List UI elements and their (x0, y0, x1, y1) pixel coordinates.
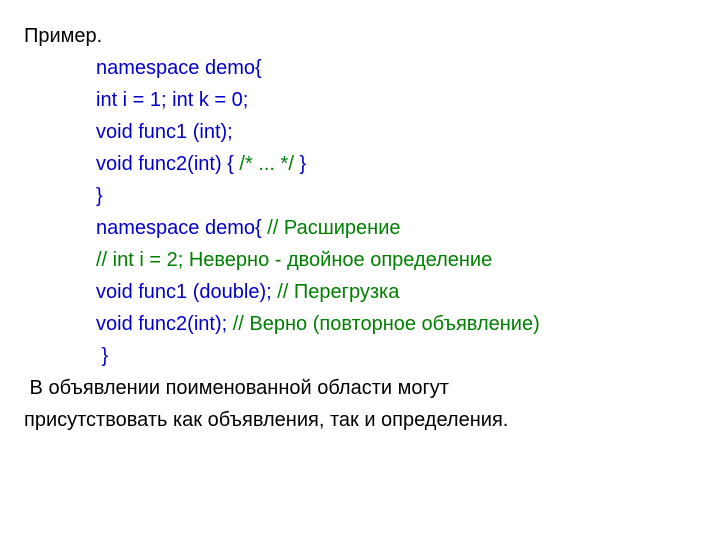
code-namespace-close: } (96, 185, 103, 207)
code-line: namespace demo{ (24, 52, 696, 84)
code-var-decl: int i = 1; int k = 0; (96, 89, 248, 111)
code-comment-overload: // Перегрузка (277, 281, 399, 303)
code-func1-decl: void func1 (int); (96, 121, 233, 143)
code-line: void func1 (double); // Перегрузка (24, 276, 696, 308)
code-line: // int i = 2; Неверно - двойное определе… (24, 244, 696, 276)
code-namespace-open: namespace demo{ (96, 57, 262, 79)
paragraph-line-2: присутствовать как объявления, так и опр… (24, 404, 696, 436)
code-line: void func2(int) { /* ... */ } (24, 148, 696, 180)
code-line: namespace demo{ // Расширение (24, 212, 696, 244)
code-func2-redecl: void func2(int); (96, 313, 233, 335)
document-page: Пример. namespace demo{ int i = 1; int k… (0, 0, 720, 436)
code-line: void func1 (int); (24, 116, 696, 148)
code-namespace-ext-close: } (96, 345, 108, 367)
code-func2-def-start: void func2(int) { (96, 153, 239, 175)
code-comment-extension: // Расширение (267, 217, 400, 239)
code-namespace-ext: namespace demo{ (96, 217, 267, 239)
code-line: int i = 1; int k = 0; (24, 84, 696, 116)
code-comment-redecl: // Верно (повторное объявление) (233, 313, 540, 335)
code-comment-duplicate: // int i = 2; Неверно - двойное определе… (96, 249, 492, 271)
paragraph-line-1: В объявлении поименованной области могут (24, 372, 696, 404)
code-func2-def-end: } (294, 153, 306, 175)
code-line: } (24, 180, 696, 212)
code-block-comment: /* ... */ (239, 153, 293, 175)
code-line: void func2(int); // Верно (повторное объ… (24, 308, 696, 340)
code-func1-overload: void func1 (double); (96, 281, 277, 303)
heading-example: Пример. (24, 20, 696, 52)
code-line: } (24, 340, 696, 372)
